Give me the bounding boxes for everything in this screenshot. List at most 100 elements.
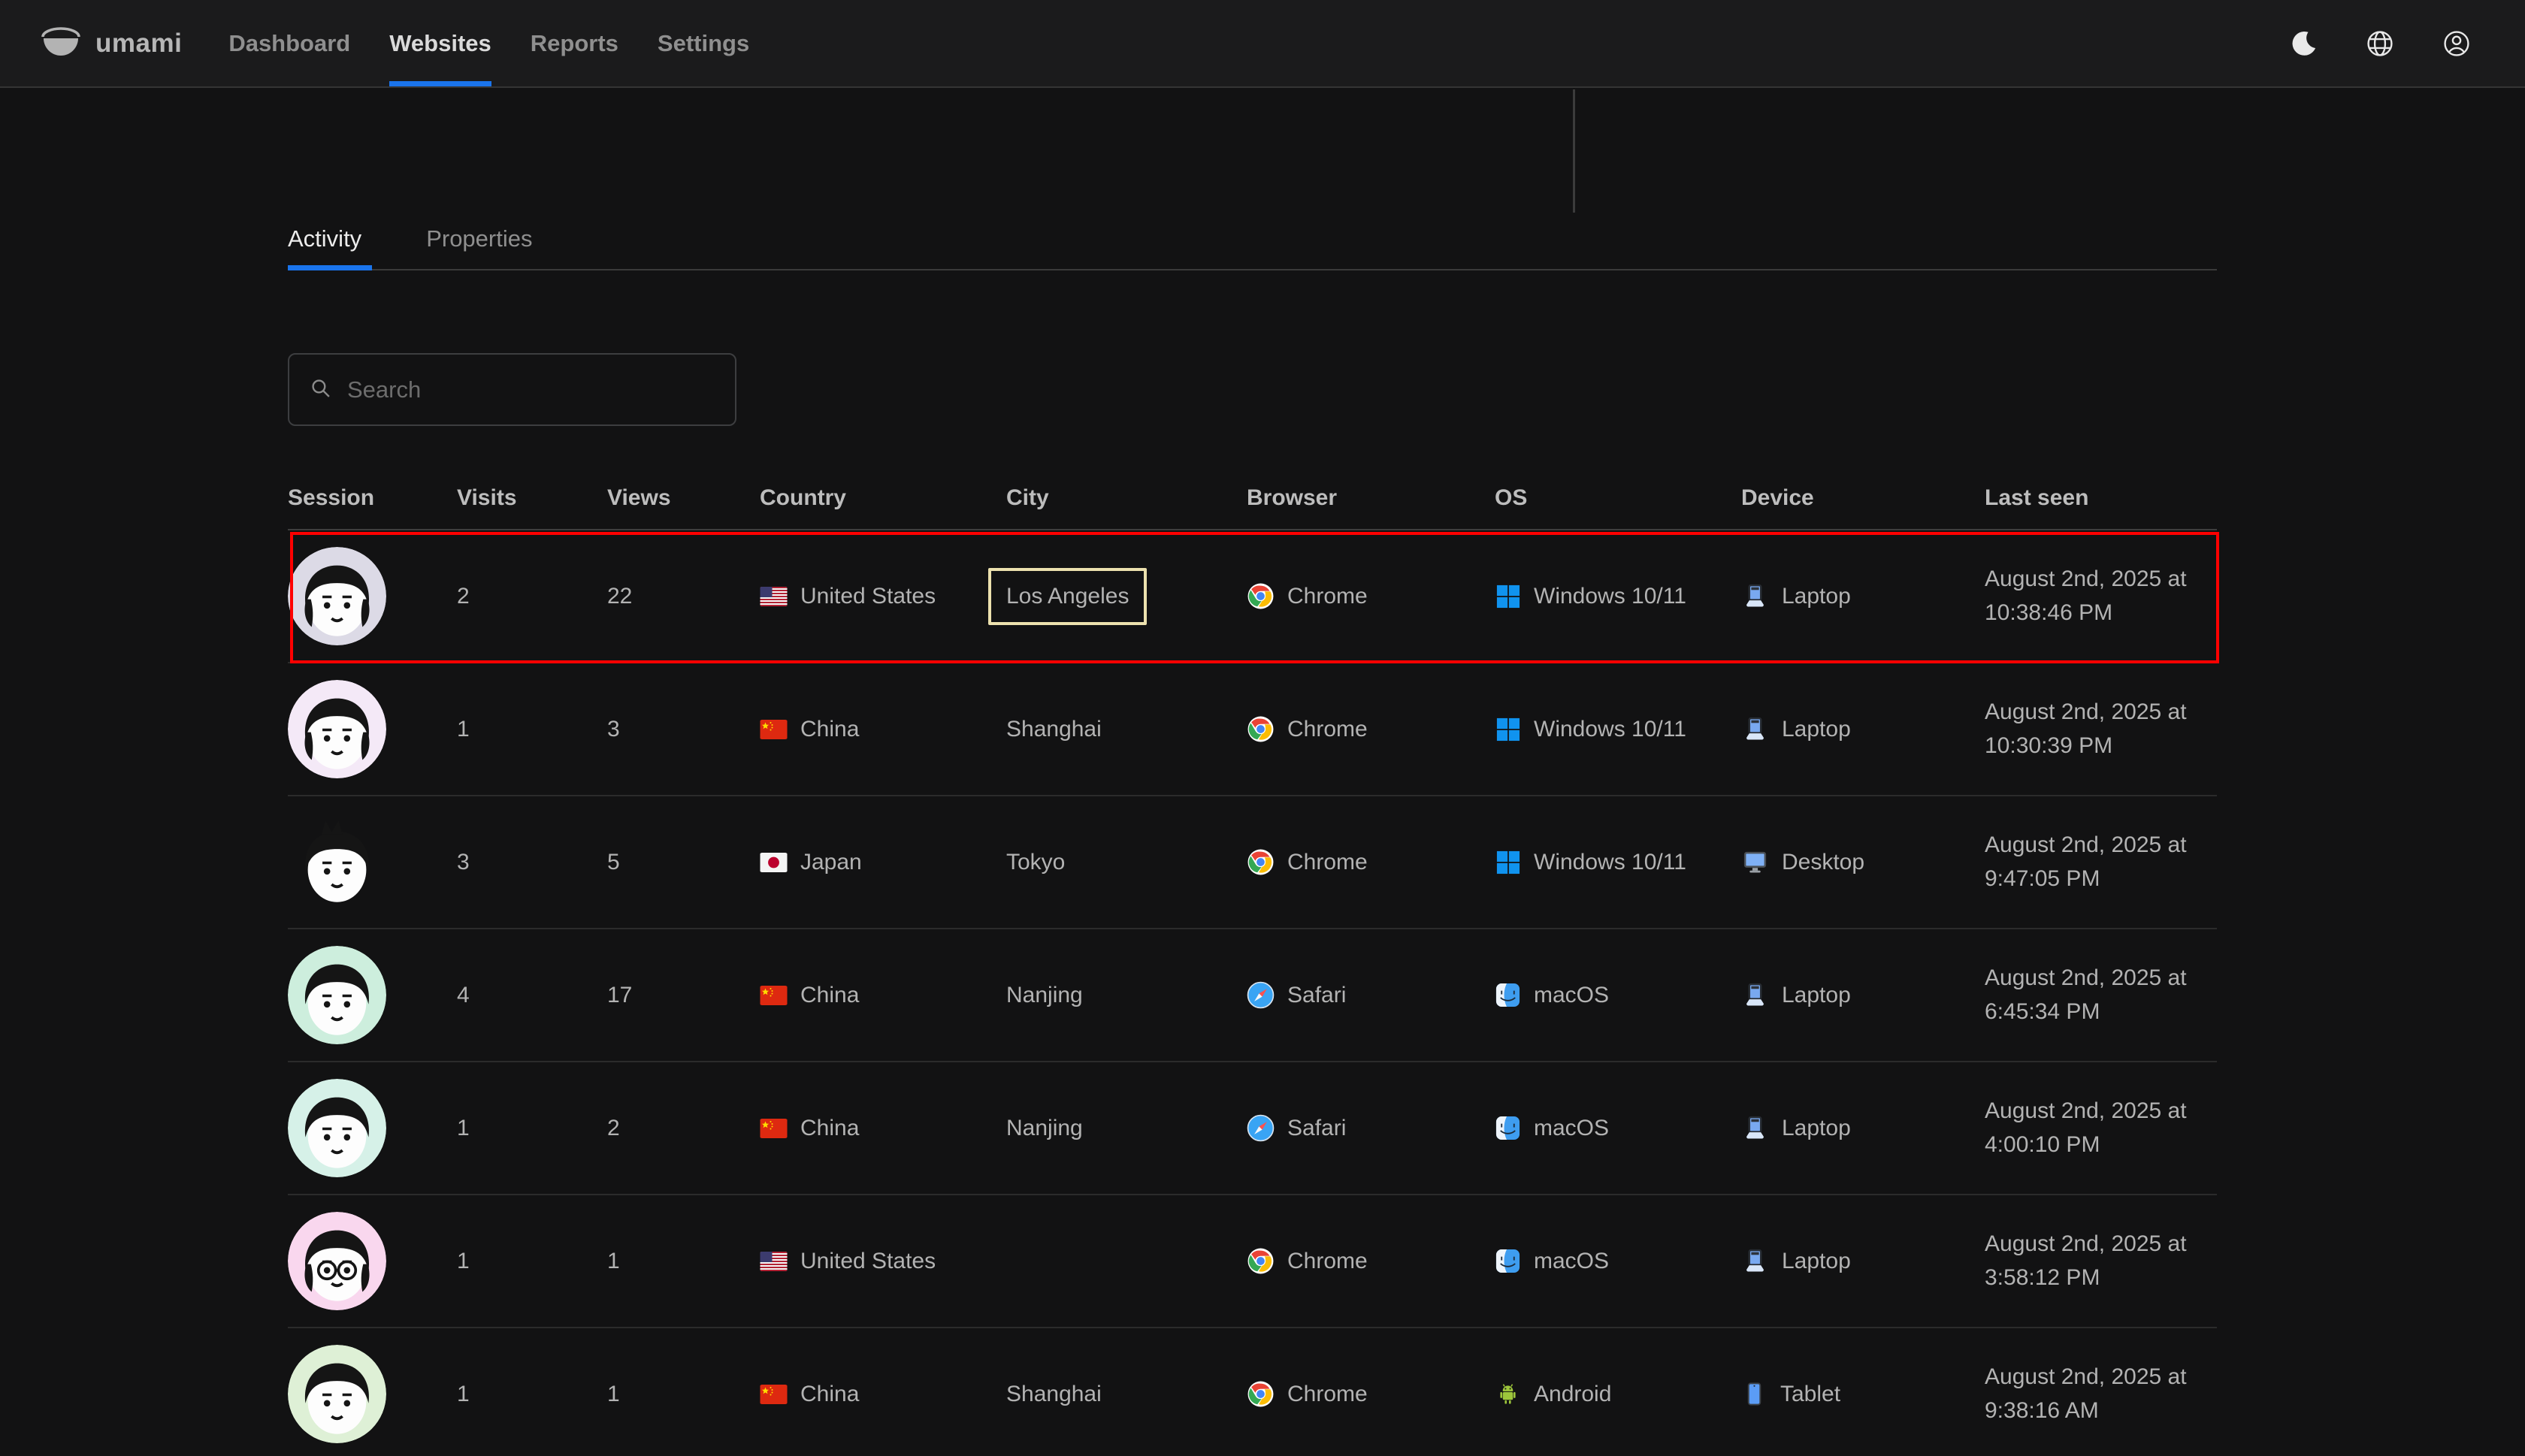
visits-cell: 3 [457,850,607,875]
device-cell: Laptop [1741,582,1985,610]
os-value: macOS [1534,1116,1609,1141]
device-value: Laptop [1782,717,1851,742]
cn-flag [760,1119,788,1138]
os-cell: Windows 10/11 [1495,583,1741,609]
nav-websites[interactable]: Websites [370,0,511,86]
country-cell: Japan [760,850,1006,875]
visits-cell: 1 [457,1249,607,1274]
laptop-icon [1741,1114,1769,1142]
session-avatar[interactable] [288,946,386,1044]
desktop-icon [1741,848,1769,876]
last-seen-value: August 2nd, 2025 at 10:38:46 PM [1985,563,2214,629]
us-flag [760,587,788,606]
session-row[interactable]: 4 17 China Nanjing Safari macOS Laptop A… [288,929,2217,1062]
visits-cell: 1 [457,1382,607,1407]
last-seen-cell: August 2nd, 2025 at 10:30:39 PM [1985,696,2217,762]
umami-logo-icon [41,27,80,60]
tabs: Activity Properties [288,225,2217,270]
tablet-icon [1741,1381,1768,1407]
city-value: Shanghai [1006,1382,1102,1407]
search-box[interactable] [288,353,736,426]
moon-icon [2289,29,2318,58]
session-avatar[interactable] [288,547,386,645]
views-cell: 3 [607,717,760,742]
app-header: umami Dashboard Websites Reports Setting… [0,0,2525,88]
session-avatar[interactable] [288,1079,386,1177]
country-value: China [800,717,859,742]
device-cell: Laptop [1741,1114,1985,1142]
theme-toggle-button[interactable] [2276,17,2330,71]
session-cell [288,547,457,645]
sessions-table: Session Visits Views Country City Browse… [288,467,2217,1456]
visits-value: 1 [457,717,470,742]
user-icon [2442,29,2471,58]
views-cell: 2 [607,1116,760,1141]
country-cell: China [760,1116,1006,1141]
views-value: 2 [607,1116,620,1141]
col-os: OS [1495,485,1741,511]
session-row[interactable]: 3 5 Japan Tokyo Chrome Windows 10/11 Des… [288,796,2217,929]
country-cell: China [760,983,1006,1008]
visits-cell: 4 [457,983,607,1008]
windows-icon [1495,716,1521,742]
city-cell: Tokyo [1006,850,1247,875]
profile-button[interactable] [2430,17,2484,71]
visits-cell: 1 [457,717,607,742]
os-value: Android [1534,1382,1611,1407]
safari-icon [1247,1114,1275,1142]
windows-icon [1495,583,1521,609]
session-avatar[interactable] [288,813,386,911]
last-seen-value: August 2nd, 2025 at 3:58:12 PM [1985,1228,2214,1294]
tab-properties[interactable]: Properties [426,225,543,269]
visits-cell: 2 [457,584,607,609]
panel-divider [1573,89,1575,213]
session-row[interactable]: 1 1 China Shanghai Chrome Android Tablet… [288,1328,2217,1456]
session-cell [288,813,457,911]
umami-logo[interactable]: umami [41,0,182,86]
country-value: United States [800,584,936,609]
col-views: Views [607,485,760,511]
nav-dashboard[interactable]: Dashboard [209,0,370,86]
browser-value: Chrome [1287,717,1368,742]
session-row[interactable]: 2 22 United States Los Angeles Chrome Wi… [288,530,2217,663]
safari-icon [1247,981,1275,1009]
browser-value: Chrome [1287,1249,1368,1274]
globe-icon [2366,29,2394,58]
language-button[interactable] [2353,17,2407,71]
city-value: Tokyo [1006,850,1065,875]
session-row[interactable]: 1 2 China Nanjing Safari macOS Laptop Au… [288,1062,2217,1195]
device-value: Laptop [1782,1249,1851,1274]
os-cell: Android [1495,1381,1741,1407]
col-session: Session [288,485,457,511]
cn-flag [760,1385,788,1404]
session-cell [288,680,457,778]
us-flag [760,1252,788,1271]
city-cell: Shanghai [1006,1382,1247,1407]
session-avatar[interactable] [288,1212,386,1310]
os-cell: macOS [1495,1115,1741,1141]
browser-value: Chrome [1287,850,1368,875]
views-cell: 1 [607,1382,760,1407]
city-value: Shanghai [1006,717,1102,742]
session-avatar[interactable] [288,680,386,778]
col-device: Device [1741,485,1985,511]
os-value: macOS [1534,1249,1609,1274]
nav-settings-label: Settings [658,30,749,57]
city-cell: Nanjing [1006,983,1247,1008]
session-row[interactable]: 1 1 United States Chrome macOS Laptop Au… [288,1195,2217,1328]
chrome-icon [1247,1380,1275,1408]
last-seen-value: August 2nd, 2025 at 10:30:39 PM [1985,696,2214,762]
city-value: Nanjing [1006,983,1083,1008]
browser-cell: Chrome [1247,582,1495,610]
session-avatar[interactable] [288,1345,386,1443]
views-value: 5 [607,850,620,875]
nav-reports[interactable]: Reports [511,0,638,86]
country-value: China [800,1382,859,1407]
nav-settings[interactable]: Settings [638,0,769,86]
city-cell: Shanghai [1006,717,1247,742]
tab-activity[interactable]: Activity [288,225,372,269]
city-cell: Nanjing [1006,1116,1247,1141]
session-row[interactable]: 1 3 China Shanghai Chrome Windows 10/11 … [288,663,2217,796]
search-input[interactable] [347,376,715,403]
views-value: 3 [607,717,620,742]
